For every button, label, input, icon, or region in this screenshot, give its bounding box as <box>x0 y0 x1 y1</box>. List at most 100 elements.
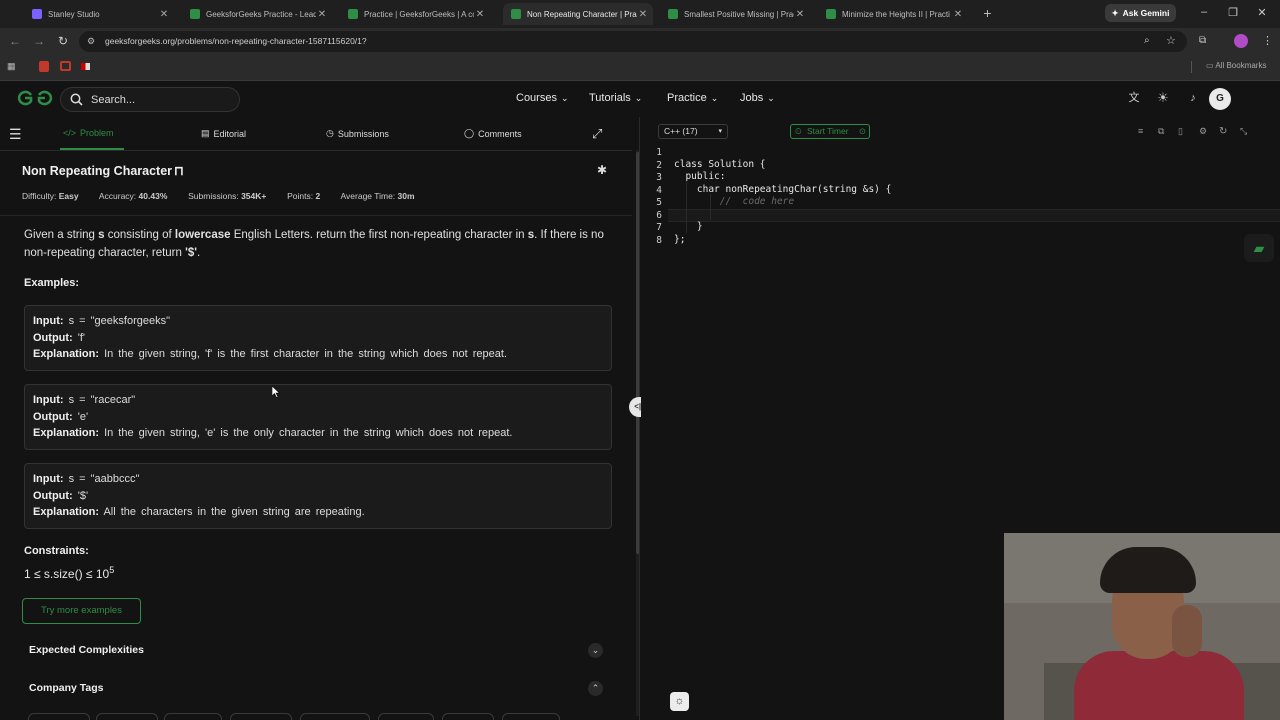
minimize-window-icon[interactable]: – <box>1197 6 1211 18</box>
accuracy-label: Accuracy: <box>98 191 137 201</box>
close-tab-icon[interactable]: ✕ <box>158 9 170 20</box>
close-tab-icon[interactable]: ✕ <box>474 9 486 20</box>
code-line-3[interactable]: char nonRepeatingChar(string &s) { <box>674 184 891 195</box>
close-window-icon[interactable]: ✕ <box>1255 6 1269 19</box>
company-tags-heading[interactable]: Company Tags <box>29 682 103 694</box>
tab-problem[interactable]: </> Problem <box>63 128 114 138</box>
hint-bulb-icon[interactable]: ☼ <box>670 692 689 711</box>
restore-window-icon[interactable]: ❐ <box>1226 6 1240 19</box>
tab-submissions[interactable]: ◷ Submissions <box>326 128 389 139</box>
tab-comments[interactable]: ◯ Comments <box>464 128 522 139</box>
browser-tab[interactable]: Non Repeating Character | Prac ✕ <box>503 3 653 25</box>
report-bug-icon[interactable]: ✱ <box>597 163 607 177</box>
browser-tab[interactable]: Practice | GeeksforGeeks | A co ✕ <box>340 3 490 25</box>
gfg-logo-icon[interactable] <box>16 88 54 108</box>
notification-bell-icon[interactable]: ♪ <box>1186 91 1200 105</box>
code-line-2[interactable]: public: <box>674 171 725 182</box>
line-number: 3 <box>656 172 662 183</box>
bookmark-star-icon[interactable]: ☆ <box>1166 34 1176 47</box>
example-explanation: In the given string, 'e' is the only cha… <box>104 427 513 440</box>
difficulty-value: Easy <box>58 191 79 201</box>
example-input: s = "racecar" <box>68 394 136 406</box>
example-explanation: In the given string, 'f' is the first ch… <box>104 348 507 361</box>
nav-courses[interactable]: Courses ⌄ <box>516 92 569 104</box>
chevron-down-icon: ⌄ <box>710 92 719 103</box>
tab-title: Stanley Studio <box>48 9 100 19</box>
example-block-1: Input: s = "geeksforgeeks" Output: 'f' E… <box>24 305 612 371</box>
close-tab-icon[interactable]: ✕ <box>794 9 806 20</box>
zoom-icon[interactable]: ⌕ <box>1144 35 1150 46</box>
nav-practice[interactable]: Practice ⌄ <box>667 92 718 104</box>
editor-toolbar <box>641 118 1280 146</box>
extensions-icon[interactable]: ⧉ <box>1199 35 1206 46</box>
search-icon <box>70 93 83 106</box>
site-info-icon[interactable]: ⚙ <box>87 36 95 47</box>
constraints-heading: Constraints: <box>24 545 89 557</box>
bookmark-favicon-1[interactable] <box>39 61 49 72</box>
chevron-up-icon[interactable]: ⌃ <box>588 681 603 696</box>
all-bookmarks-link[interactable]: ▭ All Bookmarks <box>1206 61 1266 70</box>
indent-guide <box>710 194 711 220</box>
examples-heading: Examples: <box>24 277 80 289</box>
apps-grid-icon[interactable]: ▦ <box>7 61 18 72</box>
timer-toggle-icon: ⊙ <box>858 126 866 136</box>
chevron-down-icon: ⌄ <box>634 92 643 103</box>
bookmark-favicon-3[interactable] <box>81 63 90 70</box>
folder-icon: ▭ <box>1206 61 1216 70</box>
forward-icon[interactable]: → <box>31 34 47 48</box>
webcam-overlay <box>1004 533 1280 720</box>
chat-assistant-button[interactable]: ▰ <box>1244 234 1274 262</box>
webcam-person-hand <box>1172 605 1202 657</box>
example-output: '$' <box>77 489 89 502</box>
close-tab-icon[interactable]: ✕ <box>637 9 649 20</box>
expected-complexities-heading[interactable]: Expected Complexities <box>29 644 144 656</box>
bookmark-favicon-2[interactable] <box>60 61 71 71</box>
close-tab-icon[interactable]: ✕ <box>952 9 964 20</box>
nav-tutorials[interactable]: Tutorials ⌄ <box>589 92 642 104</box>
site-search-input[interactable]: Search... <box>60 87 240 112</box>
profile-avatar[interactable] <box>1234 34 1248 48</box>
fullscreen-icon[interactable]: ⤢ <box>592 126 602 142</box>
settings-gear-icon[interactable]: ⚙ <box>1199 126 1207 137</box>
browser-tab[interactable]: Smallest Positive Missing | Prac ✕ <box>660 3 810 25</box>
reload-icon[interactable]: ↻ <box>55 34 71 48</box>
line-number: 4 <box>656 184 662 196</box>
search-placeholder: Search... <box>91 93 136 106</box>
tab-editorial[interactable]: ▤ Editorial <box>201 128 246 139</box>
tab-title: Smallest Positive Missing | Prac <box>684 9 794 19</box>
close-tab-icon[interactable]: ✕ <box>316 9 328 20</box>
language-select[interactable]: C++ (17) ▾ <box>658 124 728 139</box>
back-icon[interactable]: ← <box>7 34 23 48</box>
translate-icon[interactable]: 文 <box>1127 91 1141 105</box>
code-line-1[interactable]: class Solution { <box>674 159 766 170</box>
copy-code-icon[interactable]: ⧉ <box>1158 126 1164 137</box>
company-tag-chips <box>24 711 564 720</box>
new-tab-button[interactable]: + <box>980 6 995 21</box>
user-avatar[interactable]: G <box>1209 88 1231 110</box>
browser-tab[interactable]: Stanley Studio ✕ <box>24 3 174 25</box>
browser-menu-icon[interactable]: ⋮ <box>1262 34 1273 47</box>
bookmarks-bar <box>0 56 1280 81</box>
problem-description: Given a string s consisting of lowercase… <box>24 229 604 259</box>
file-icon[interactable]: ▯ <box>1178 126 1183 137</box>
format-code-icon[interactable]: ≡ <box>1138 126 1143 136</box>
reset-code-icon[interactable]: ↻ <box>1219 126 1227 137</box>
code-line-6[interactable]: } <box>674 221 703 232</box>
hamburger-menu-icon[interactable]: ☰ <box>9 126 22 143</box>
try-more-examples-button[interactable]: Try more examples <box>22 598 141 624</box>
current-line-highlight <box>668 209 1280 222</box>
theme-toggle-icon[interactable]: ☀ <box>1156 91 1170 105</box>
chevron-down-icon[interactable]: ⌄ <box>588 643 603 658</box>
indent-guide <box>686 181 687 233</box>
nav-jobs[interactable]: Jobs ⌄ <box>740 92 775 104</box>
ask-gemini-button[interactable]: ✦ Ask Gemini <box>1105 4 1176 22</box>
start-timer-button[interactable]: ⏲ Start Timer ⊙ <box>790 124 870 139</box>
code-line-7[interactable]: }; <box>674 234 685 245</box>
bookmark-icon[interactable]: ⊓ <box>174 164 184 178</box>
browser-tab[interactable]: Minimize the Heights II | Practi ✕ <box>818 3 968 25</box>
expand-editor-icon[interactable]: ⤡ <box>1240 126 1247 137</box>
browser-tab[interactable]: GeeksforGeeks Practice - Leadi ✕ <box>182 3 332 25</box>
example-block-3: Input: s = "aabbccc" Output: '$' Explana… <box>24 463 612 529</box>
code-line-4[interactable]: // code here <box>674 196 794 207</box>
address-bar[interactable]: geeksforgeeks.org/problems/non-repeating… <box>79 31 1187 52</box>
